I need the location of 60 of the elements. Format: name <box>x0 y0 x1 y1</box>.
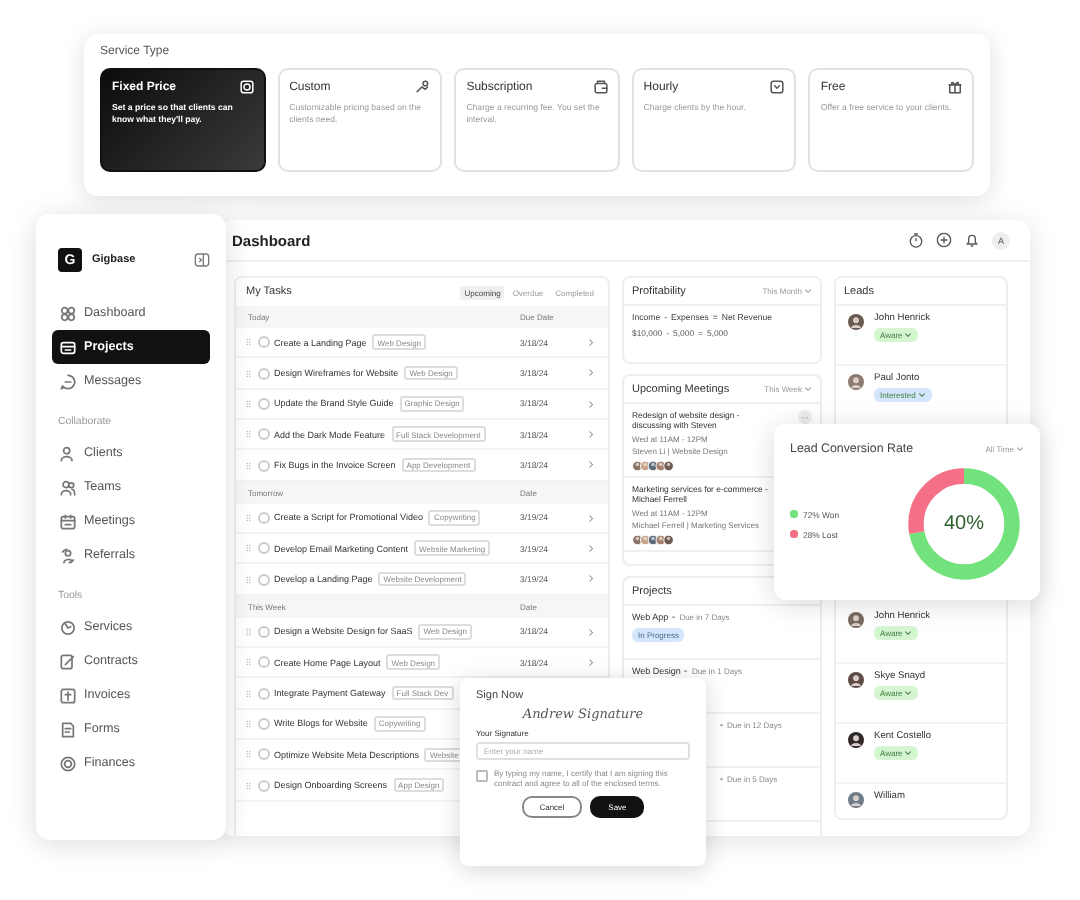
chevron-icon[interactable] <box>588 574 594 584</box>
task-checkbox[interactable] <box>258 748 270 761</box>
wallet-icon <box>593 80 608 94</box>
bell-icon[interactable] <box>964 232 980 248</box>
document-icon <box>60 721 76 737</box>
add-icon[interactable] <box>936 232 952 248</box>
chevron-icon[interactable] <box>588 627 594 637</box>
avatar <box>848 374 864 390</box>
chevron-icon[interactable] <box>588 337 594 347</box>
avatar-group-drawing <box>632 459 680 472</box>
chevron-icon[interactable] <box>588 513 594 523</box>
chevron-icon[interactable] <box>588 399 594 409</box>
donut-chart <box>904 464 1024 584</box>
hand-coin-icon <box>416 80 431 94</box>
task-checkbox[interactable] <box>258 511 270 524</box>
task-checkbox[interactable] <box>258 397 270 410</box>
avatar-group-drawing <box>632 533 680 546</box>
task-checkbox[interactable] <box>258 336 270 349</box>
chevron-icon[interactable] <box>588 429 594 439</box>
chevron-down-icon <box>904 332 913 338</box>
task-checkbox[interactable] <box>258 367 270 380</box>
task-checkbox[interactable] <box>258 428 270 441</box>
gift-icon <box>947 80 962 94</box>
timer-icon[interactable] <box>908 232 924 248</box>
task-checkbox[interactable] <box>258 656 270 669</box>
task-checkbox[interactable] <box>258 687 270 700</box>
donut-value: 40% <box>944 513 984 535</box>
folder-icon <box>60 339 76 355</box>
chevron-down-icon <box>904 750 913 756</box>
chevron-icon[interactable] <box>588 368 594 378</box>
collapse-icon[interactable] <box>194 252 210 268</box>
edit-document-icon <box>60 653 76 669</box>
users-icon <box>60 479 76 495</box>
grid-icon <box>60 305 76 321</box>
avatar <box>848 612 864 628</box>
chevron-down-icon <box>904 690 913 696</box>
coin-icon <box>60 755 76 771</box>
calendar-icon <box>60 513 76 529</box>
task-checkbox[interactable] <box>258 779 270 792</box>
chevron-down-icon <box>1016 446 1024 452</box>
chevron-icon[interactable] <box>588 460 594 470</box>
task-checkbox[interactable] <box>258 625 270 638</box>
avatar <box>848 732 864 748</box>
avatar <box>848 672 864 688</box>
chevron-down-icon <box>904 630 913 636</box>
chevron-down-icon <box>804 386 812 392</box>
avatar <box>848 792 864 808</box>
chevron-icon[interactable] <box>588 543 594 553</box>
task-checkbox[interactable] <box>258 459 270 472</box>
chevron-down-icon <box>804 288 812 294</box>
task-checkbox[interactable] <box>258 717 270 730</box>
chevron-icon[interactable] <box>588 658 594 668</box>
chat-icon <box>60 373 76 389</box>
avatar <box>848 314 864 330</box>
chevron-down-icon <box>917 392 926 398</box>
refresh-user-icon <box>60 547 76 563</box>
task-checkbox[interactable] <box>258 542 270 555</box>
consent-checkbox[interactable] <box>476 770 488 782</box>
user-icon <box>60 445 76 461</box>
task-checkbox[interactable] <box>258 573 270 586</box>
